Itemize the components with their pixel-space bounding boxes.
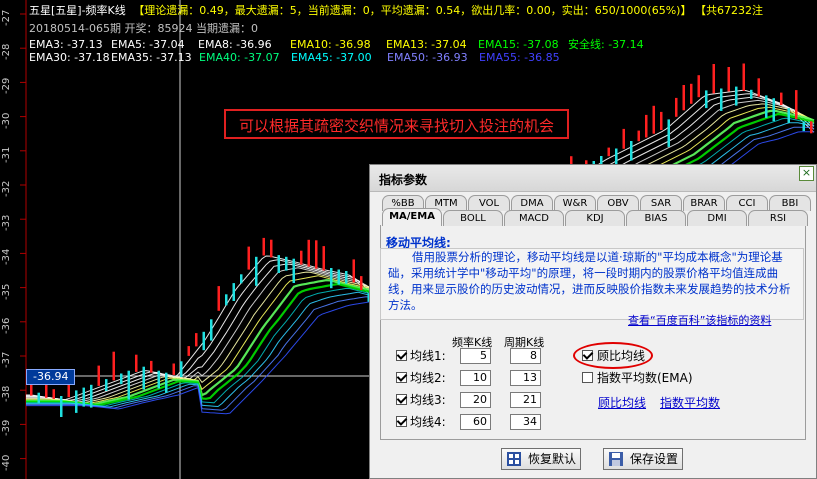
tab-dmi[interactable]: DMI bbox=[687, 210, 747, 226]
tab-bias[interactable]: BIAS bbox=[626, 210, 686, 226]
y-axis-tick-label: -40 bbox=[1, 454, 12, 471]
ema-checkbox[interactable] bbox=[582, 372, 593, 383]
ma-period-input[interactable]: 13 bbox=[510, 370, 541, 386]
tab-wr[interactable]: W&R bbox=[554, 195, 596, 211]
restore-default-button[interactable]: 恢复默认 bbox=[501, 448, 581, 470]
ema-value: EMA10: -36.98 bbox=[290, 38, 371, 51]
y-axis-tick-label: -33 bbox=[1, 214, 12, 232]
y-axis-tick-label: -36 bbox=[1, 317, 12, 334]
ma-freq-input[interactable]: 20 bbox=[460, 392, 491, 408]
tab-cci[interactable]: CCI bbox=[726, 195, 768, 211]
annotation-note: 可以根据其疏密交织情况来寻找切入投注的机会 bbox=[224, 109, 569, 139]
ma-line-label[interactable]: 均线2: bbox=[410, 369, 446, 386]
y-axis-tick-label: -34 bbox=[1, 249, 12, 266]
save-settings-label: 保存设置 bbox=[630, 452, 679, 466]
y-axis-tick-label: -31 bbox=[1, 146, 12, 163]
ma-line-label[interactable]: 均线1: bbox=[410, 347, 446, 364]
ma-period-input[interactable]: 21 bbox=[510, 392, 541, 408]
ma-period-input[interactable]: 8 bbox=[510, 348, 541, 364]
tab-macd[interactable]: MACD bbox=[504, 210, 564, 226]
ma-freq-input[interactable]: 5 bbox=[460, 348, 491, 364]
tab-boll[interactable]: BOLL bbox=[443, 210, 503, 226]
ratio-ma-link[interactable]: 顾比均线 bbox=[598, 394, 646, 411]
ma-line-checkbox[interactable] bbox=[396, 416, 407, 427]
y-axis-tick-label: -27 bbox=[1, 9, 12, 26]
chart-stats-tail: 【共67232注 bbox=[694, 4, 763, 17]
chart-title: 五星[五星]-频率K线 bbox=[29, 4, 126, 17]
dialog-titlebar[interactable]: 指标参数 × bbox=[370, 165, 816, 192]
y-axis-tick-label: -30 bbox=[1, 112, 12, 129]
ma-freq-input[interactable]: 60 bbox=[460, 414, 491, 430]
ma-line-checkbox[interactable] bbox=[396, 372, 407, 383]
ema-value: EMA8: -36.96 bbox=[198, 38, 272, 51]
ema-value: EMA30: -37.18 bbox=[29, 51, 110, 64]
tab-maema[interactable]: MA/EMA bbox=[382, 208, 442, 226]
y-axis-tick-label: -35 bbox=[1, 283, 12, 300]
tab-bbi[interactable]: BBI bbox=[769, 195, 811, 211]
ma-freq-input[interactable]: 10 bbox=[460, 370, 491, 386]
ma-line-label[interactable]: 均线3: bbox=[410, 391, 446, 408]
baike-link[interactable]: 查看“百度百科”该指标的资料 bbox=[628, 312, 771, 328]
grid-icon bbox=[507, 452, 521, 466]
description-text: 借用股票分析的理论，移动平均线是以道·琼斯的"平均成本概念"为理论基础，采用统计… bbox=[388, 250, 791, 312]
ma-line-label[interactable]: 均线4: bbox=[410, 413, 446, 430]
dialog-title: 指标参数 bbox=[379, 173, 428, 187]
ma-period-input[interactable]: 34 bbox=[510, 414, 541, 430]
y-axis-tick-label: -28 bbox=[1, 43, 12, 61]
y-axis-tick-label: -32 bbox=[1, 180, 12, 197]
ema-value: EMA15: -37.08 bbox=[478, 38, 559, 51]
ema-value: EMA45: -37.00 bbox=[291, 51, 372, 64]
y-axis-tick-label: -38 bbox=[1, 385, 12, 403]
tab-rsi[interactable]: RSI bbox=[748, 210, 808, 226]
ratio-ma-checkbox[interactable] bbox=[582, 350, 593, 361]
header-line1: 五星[五星]-频率K线 【理论遗漏：0.49，最大遗漏：5，当前遗漏：0，平均遗… bbox=[29, 4, 763, 17]
y-axis-tick-label: -39 bbox=[1, 420, 12, 437]
ema-link[interactable]: 指数平均数 bbox=[660, 394, 720, 411]
chart-stats: 【理论遗漏：0.49，最大遗漏：5，当前遗漏：0，平均遗漏：0.54，欲出几率：… bbox=[133, 4, 692, 17]
tab-brar[interactable]: BRAR bbox=[683, 195, 725, 211]
ema-value: EMA40: -37.07 bbox=[199, 51, 280, 64]
tab-kdj[interactable]: KDJ bbox=[565, 210, 625, 226]
ema-value: EMA13: -37.04 bbox=[386, 38, 467, 51]
ema-value: EMA35: -37.13 bbox=[111, 51, 192, 64]
tab-dma[interactable]: DMA bbox=[511, 195, 553, 211]
close-icon[interactable]: × bbox=[799, 166, 814, 181]
y-axis-tick-label: -37 bbox=[1, 351, 12, 368]
y-axis-tick-label: -29 bbox=[1, 78, 12, 95]
tab-sar[interactable]: SAR bbox=[640, 195, 682, 211]
tab-vol[interactable]: VOL bbox=[468, 195, 510, 211]
ma-line-checkbox[interactable] bbox=[396, 394, 407, 405]
restore-default-label: 恢复默认 bbox=[528, 452, 577, 466]
tab-obv[interactable]: OBV bbox=[597, 195, 639, 211]
save-settings-button[interactable]: 保存设置 bbox=[603, 448, 683, 470]
ema-value: EMA55: -36.85 bbox=[479, 51, 560, 64]
ma-line-checkbox[interactable] bbox=[396, 350, 407, 361]
ema-value: EMA50: -36.93 bbox=[387, 51, 468, 64]
ema-label[interactable]: 指数平均数(EMA) bbox=[597, 369, 693, 386]
crosshair-price-tag: -36.94 bbox=[26, 369, 76, 385]
ema-value: 安全线: -37.14 bbox=[568, 38, 644, 51]
header-issue-info: 20180514-065期 开奖：85924 当期遗漏：0 bbox=[29, 22, 258, 35]
ema-value: EMA5: -37.04 bbox=[111, 38, 185, 51]
ratio-ma-label[interactable]: 顾比均线 bbox=[597, 347, 645, 364]
ema-value: EMA3: -37.13 bbox=[29, 38, 103, 51]
floppy-disk-icon bbox=[609, 452, 623, 466]
indicator-params-dialog: 指标参数 × 移动平均线: 借用股票分析的理论，移动平均线是以道·琼斯的"平均成… bbox=[369, 164, 817, 479]
